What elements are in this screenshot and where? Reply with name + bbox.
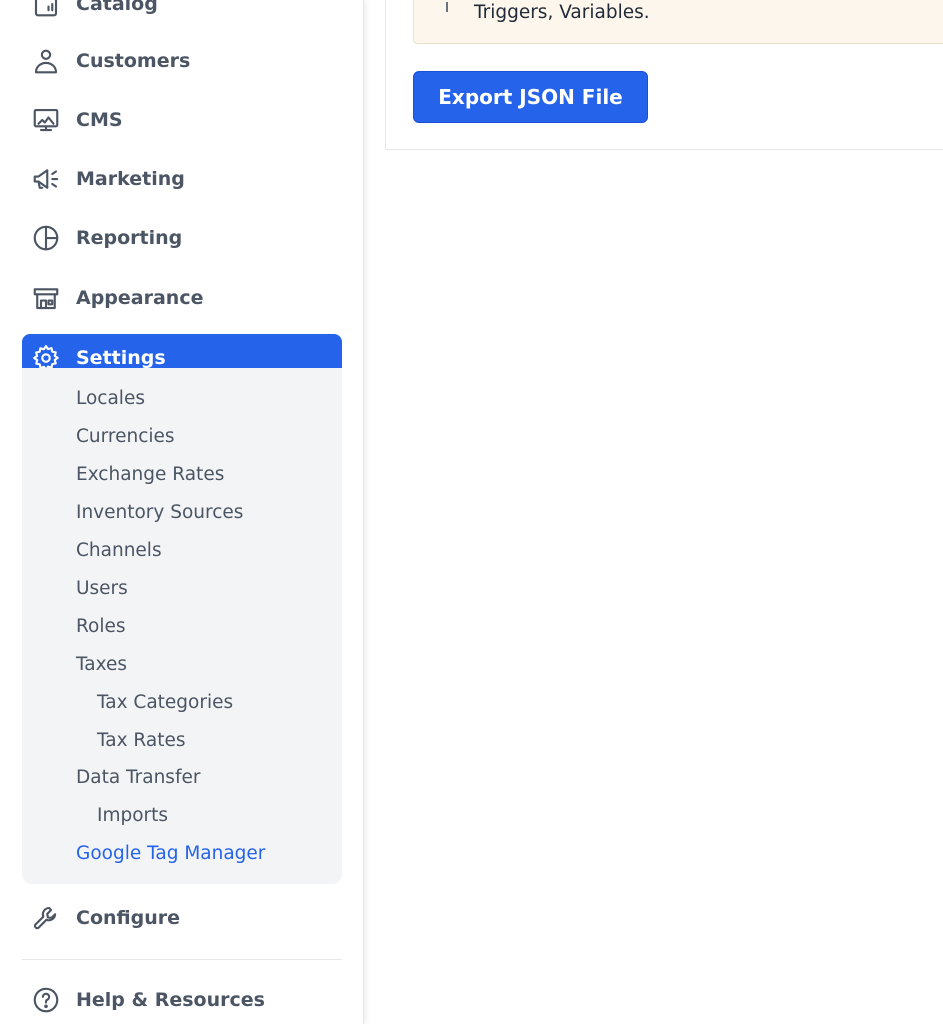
submenu-item-data-transfer[interactable]: Data Transfer bbox=[76, 767, 200, 788]
monitor-icon bbox=[30, 104, 62, 136]
submenu-item-tax-categories[interactable]: Tax Categories bbox=[97, 692, 233, 713]
sidebar-item-label: Appearance bbox=[76, 287, 204, 309]
submenu-item-currencies[interactable]: Currencies bbox=[76, 426, 175, 447]
sidebar-item-appearance[interactable]: Appearance bbox=[22, 274, 342, 322]
storefront-icon bbox=[30, 282, 62, 314]
person-icon bbox=[30, 45, 62, 77]
sidebar-item-label: Configure bbox=[76, 907, 180, 929]
sidebar-item-reporting[interactable]: Reporting bbox=[22, 214, 342, 262]
export-json-button[interactable]: Export JSON File bbox=[413, 71, 648, 123]
sidebar-item-configure[interactable]: Configure bbox=[22, 894, 342, 942]
sidebar-item-label: Settings bbox=[76, 347, 166, 369]
sidebar-item-customers[interactable]: Customers bbox=[22, 37, 342, 85]
sidebar-item-label: Marketing bbox=[76, 168, 185, 190]
sidebar-item-label: Reporting bbox=[76, 227, 183, 249]
megaphone-icon bbox=[30, 163, 62, 195]
submenu-item-google-tag-manager[interactable]: Google Tag Manager bbox=[76, 843, 265, 864]
submenu-item-tax-rates[interactable]: Tax Rates bbox=[97, 730, 185, 751]
submenu-item-inventory-sources[interactable]: Inventory Sources bbox=[76, 502, 243, 523]
submenu-item-users[interactable]: Users bbox=[76, 578, 128, 599]
help-icon bbox=[30, 984, 62, 1016]
sidebar-item-label: CMS bbox=[76, 109, 123, 131]
submenu-item-roles[interactable]: Roles bbox=[76, 616, 126, 637]
notice-text: Triggers, Variables. bbox=[474, 2, 650, 23]
submenu-item-exchange-rates[interactable]: Exchange Rates bbox=[76, 464, 224, 485]
sidebar-item-help-resources[interactable]: Help & Resources bbox=[22, 976, 342, 1024]
sidebar: Catalog Customers CMS Marketing Reportin… bbox=[0, 0, 364, 1024]
sidebar-item-label: Help & Resources bbox=[76, 989, 265, 1011]
submenu-item-imports[interactable]: Imports bbox=[97, 805, 168, 826]
pie-chart-icon bbox=[30, 222, 62, 254]
settings-submenu: Locales Currencies Exchange Rates Invent… bbox=[22, 368, 342, 884]
submenu-item-taxes[interactable]: Taxes bbox=[76, 654, 127, 675]
sidebar-item-catalog[interactable]: Catalog bbox=[22, 0, 342, 28]
sidebar-item-marketing[interactable]: Marketing bbox=[22, 155, 342, 203]
sidebar-item-label: Catalog bbox=[76, 0, 158, 15]
wrench-icon bbox=[30, 902, 62, 934]
sidebar-divider bbox=[22, 959, 342, 960]
submenu-item-locales[interactable]: Locales bbox=[76, 388, 145, 409]
sidebar-item-cms[interactable]: CMS bbox=[22, 96, 342, 144]
submenu-item-channels[interactable]: Channels bbox=[76, 540, 162, 561]
catalog-icon bbox=[30, 0, 62, 20]
sidebar-item-label: Customers bbox=[76, 50, 191, 72]
notice-list-marker bbox=[446, 2, 448, 12]
